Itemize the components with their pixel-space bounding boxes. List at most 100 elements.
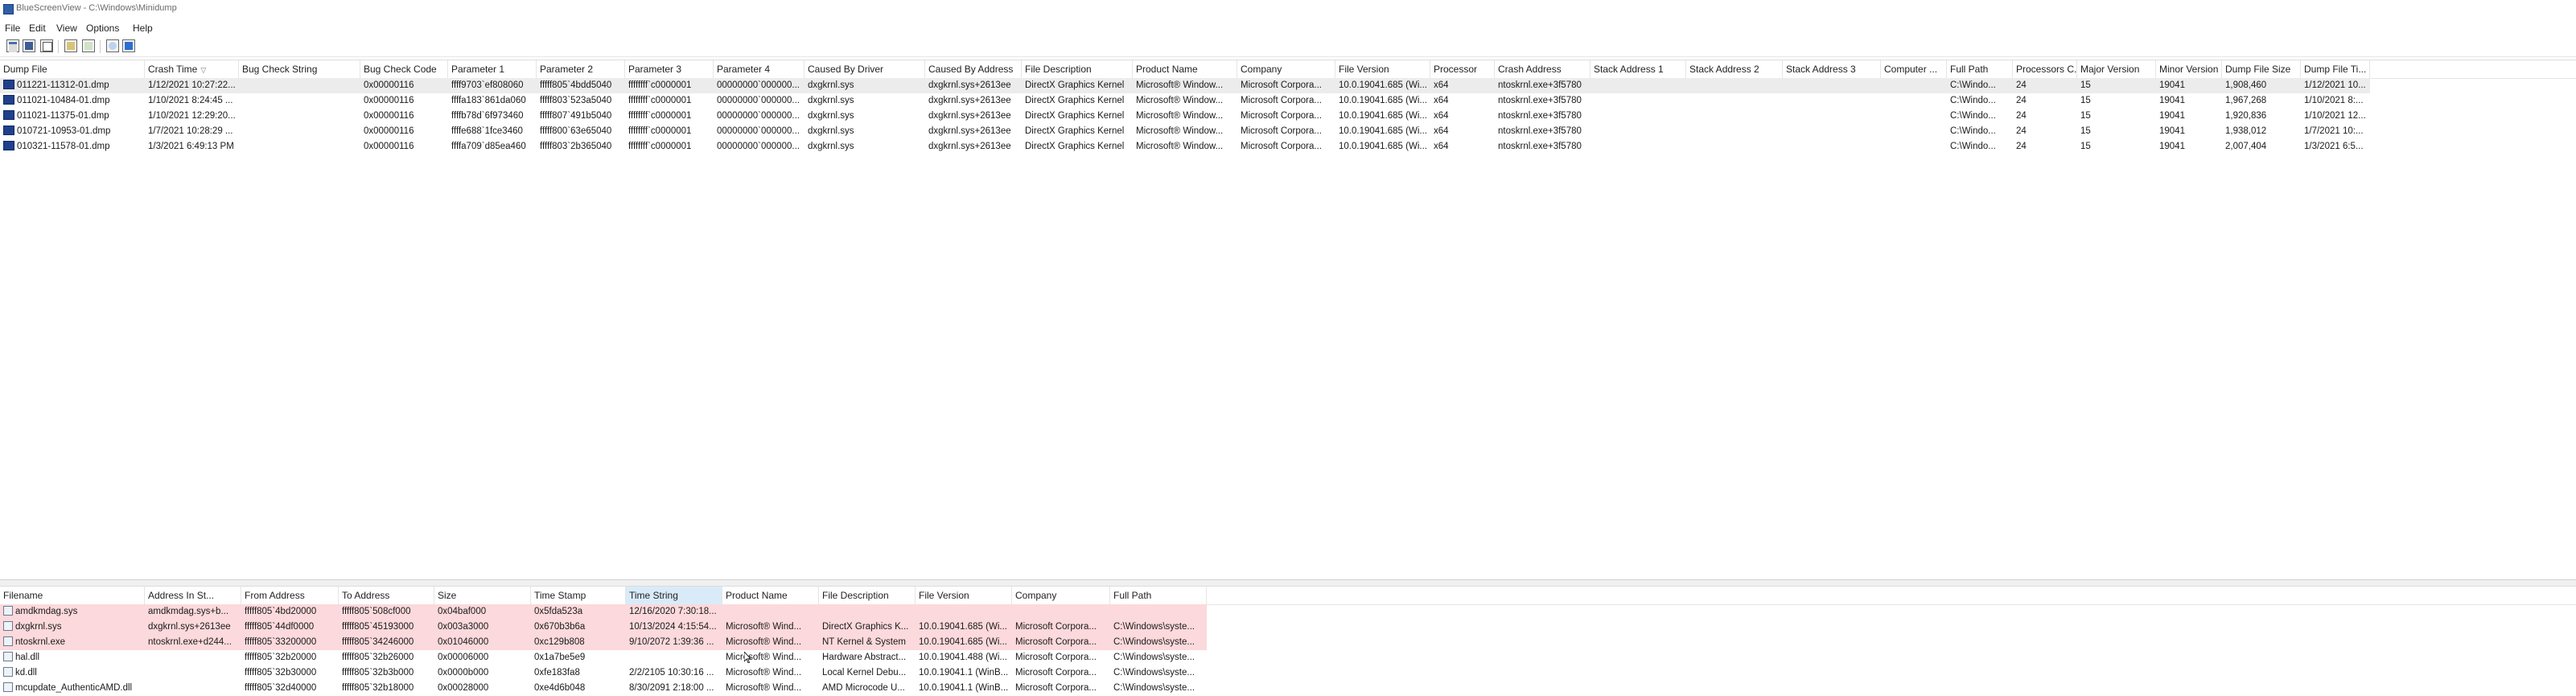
top-column-header[interactable]: Major Version — [2077, 60, 2156, 78]
table-cell: Microsoft® Window... — [1133, 124, 1237, 139]
module-list[interactable]: Filename Address In St... From Address To A… — [0, 586, 2576, 696]
module-file-icon — [3, 651, 13, 661]
table-cell: ntoskrnl.exe — [0, 635, 145, 650]
column-header-label: Parameter 2 — [540, 64, 594, 75]
copy-icon[interactable] — [40, 39, 53, 52]
table-row[interactable]: amdkmdag.sys amdkmdag.sys+b... fffff805`4b… — [0, 604, 1207, 620]
top-column-header[interactable]: Parameter 3 — [625, 60, 714, 78]
cell-text: AMD Microcode U... — [822, 683, 905, 693]
top-column-header[interactable]: Crash Address — [1495, 60, 1590, 78]
top-column-header[interactable]: Dump File Ti... — [2301, 60, 2370, 78]
table-cell: C:\Windows\syste... — [1110, 635, 1207, 650]
top-column-header[interactable]: Parameter 4 — [714, 60, 804, 78]
top-column-header[interactable]: File Version — [1335, 60, 1430, 78]
column-header-label: Parameter 3 — [628, 64, 682, 75]
top-column-header[interactable]: Parameter 2 — [537, 60, 625, 78]
table-cell: 1,908,460 — [2222, 78, 2301, 93]
top-column-header[interactable]: Computer ... — [1881, 60, 1947, 78]
table-row[interactable]: 011021-11375-01.dmp 1/10/2021 12:29:20...… — [0, 109, 2370, 124]
cell-text: 2,007,404 — [2225, 142, 2267, 151]
top-column-header[interactable]: Crash Time ▽ — [145, 60, 239, 78]
cell-text: dxgkrnl.sys+2613ee — [928, 80, 1011, 90]
top-column-header[interactable]: Caused By Address — [925, 60, 1022, 78]
bot-column-header[interactable]: Filename — [0, 587, 145, 604]
cell-text: 0x0000b000 — [438, 668, 489, 677]
bot-column-header[interactable]: Product Name — [722, 587, 819, 604]
top-column-header[interactable]: Bug Check Code — [360, 60, 448, 78]
bot-column-header[interactable]: Time Stamp — [531, 587, 626, 604]
save-icon[interactable] — [23, 39, 35, 52]
table-cell: Microsoft® Wind... — [722, 681, 819, 696]
cell-text: x64 — [1434, 96, 1449, 105]
table-cell: amdkmdag.sys+b... — [145, 604, 241, 620]
bot-column-header[interactable]: From Address — [241, 587, 339, 604]
top-column-header[interactable]: Stack Address 1 — [1590, 60, 1686, 78]
top-column-header[interactable]: Company — [1237, 60, 1335, 78]
cell-text: 19041 — [2159, 80, 2185, 90]
table-cell: 10.0.19041.488 (Wi... — [916, 650, 1012, 665]
table-cell — [145, 650, 241, 665]
bot-column-header[interactable]: Full Path — [1110, 587, 1207, 604]
table-cell: 0x00000116 — [360, 139, 448, 154]
column-header-label: File Version — [919, 590, 969, 601]
refresh-icon[interactable] — [82, 39, 95, 52]
top-column-header[interactable]: Dump File Size — [2222, 60, 2301, 78]
menu-file[interactable]: File — [5, 23, 20, 34]
table-row[interactable]: ntoskrnl.exe ntoskrnl.exe+d244... fffff805… — [0, 635, 1207, 650]
table-row[interactable]: 011221-11312-01.dmp 1/12/2021 10:27:22...… — [0, 78, 2370, 93]
menu-edit[interactable]: Edit — [29, 23, 46, 34]
cell-text: dxgkrnl.sys — [808, 142, 854, 151]
top-column-header[interactable]: Full Path — [1947, 60, 2013, 78]
bot-column-header[interactable]: Size — [434, 587, 531, 604]
bot-column-header[interactable]: To Address — [339, 587, 434, 604]
top-column-header[interactable]: Caused By Driver — [804, 60, 925, 78]
table-row[interactable]: hal.dll fffff805`32b20000 fffff805`32b2600… — [0, 650, 1207, 665]
top-column-header[interactable]: Stack Address 3 — [1783, 60, 1881, 78]
bot-column-header[interactable]: File Version — [916, 587, 1012, 604]
top-column-header[interactable]: Dump File — [0, 60, 145, 78]
table-row[interactable]: 010721-10953-01.dmp 1/7/2021 10:28:29 ...… — [0, 124, 2370, 139]
cell-text: fffff805`32d40000 — [245, 683, 317, 693]
table-row[interactable]: dxgkrnl.sys dxgkrnl.sys+2613ee fffff805`44… — [0, 620, 1207, 635]
top-column-header[interactable]: File Description — [1022, 60, 1133, 78]
table-row[interactable]: kd.dll fffff805`32b30000 fffff805`32b3b000… — [0, 665, 1207, 681]
table-row[interactable]: 011021-10484-01.dmp 1/10/2021 8:24:45 ...… — [0, 93, 2370, 109]
crash-dump-list[interactable]: Dump File Crash Time ▽ Bug Check String Bug … — [0, 60, 2576, 580]
table-cell — [1686, 124, 1783, 139]
top-column-header[interactable]: Product Name — [1133, 60, 1237, 78]
table-cell: 2/2/2105 10:30:16 ... — [626, 665, 722, 681]
cell-text: 15 — [2080, 96, 2091, 105]
table-cell: NT Kernel & System — [819, 635, 916, 650]
find-icon[interactable] — [106, 39, 119, 52]
menu-options[interactable]: Options — [86, 23, 119, 34]
top-column-header[interactable]: Bug Check String — [239, 60, 360, 78]
cell-text: ntoskrnl.exe+3f5780 — [1498, 142, 1582, 151]
column-header-label: Product Name — [1136, 64, 1198, 75]
cell-text: 15 — [2080, 126, 2091, 136]
bot-column-header[interactable]: Company — [1012, 587, 1110, 604]
table-cell: Microsoft Corpora... — [1012, 665, 1110, 681]
about-icon[interactable] — [122, 39, 135, 52]
cell-text: fffff805`508cf000 — [342, 607, 411, 616]
table-row[interactable]: mcupdate_AuthenticAMD.dll fffff805`32d400… — [0, 681, 1207, 696]
module-file-icon — [3, 636, 13, 646]
table-cell: 1/3/2021 6:49:13 PM — [145, 139, 239, 154]
top-column-header[interactable]: Minor Version — [2156, 60, 2222, 78]
table-row[interactable]: 010321-11578-01.dmp 1/3/2021 6:49:13 PM 0x… — [0, 139, 2370, 154]
html-report-icon[interactable] — [64, 39, 77, 52]
bot-column-header[interactable]: Time String — [626, 587, 722, 604]
top-column-header[interactable]: Processor — [1430, 60, 1495, 78]
menu-help[interactable]: Help — [133, 23, 153, 34]
bot-column-header[interactable]: File Description — [819, 587, 916, 604]
properties-icon[interactable] — [6, 39, 19, 52]
cell-text: C:\Windo... — [1950, 80, 1996, 90]
top-column-header[interactable]: Stack Address 2 — [1686, 60, 1783, 78]
table-cell: 1,938,012 — [2222, 124, 2301, 139]
top-column-header[interactable]: Processors C... — [2013, 60, 2077, 78]
table-cell: fffff805`4bd20000 — [241, 604, 339, 620]
cell-text: kd.dll — [15, 668, 37, 677]
bot-column-header[interactable]: Address In St... — [145, 587, 241, 604]
menu-view[interactable]: View — [56, 23, 77, 34]
top-column-header[interactable]: Parameter 1 — [448, 60, 537, 78]
table-cell: 12/16/2020 7:30:18... — [626, 604, 722, 620]
